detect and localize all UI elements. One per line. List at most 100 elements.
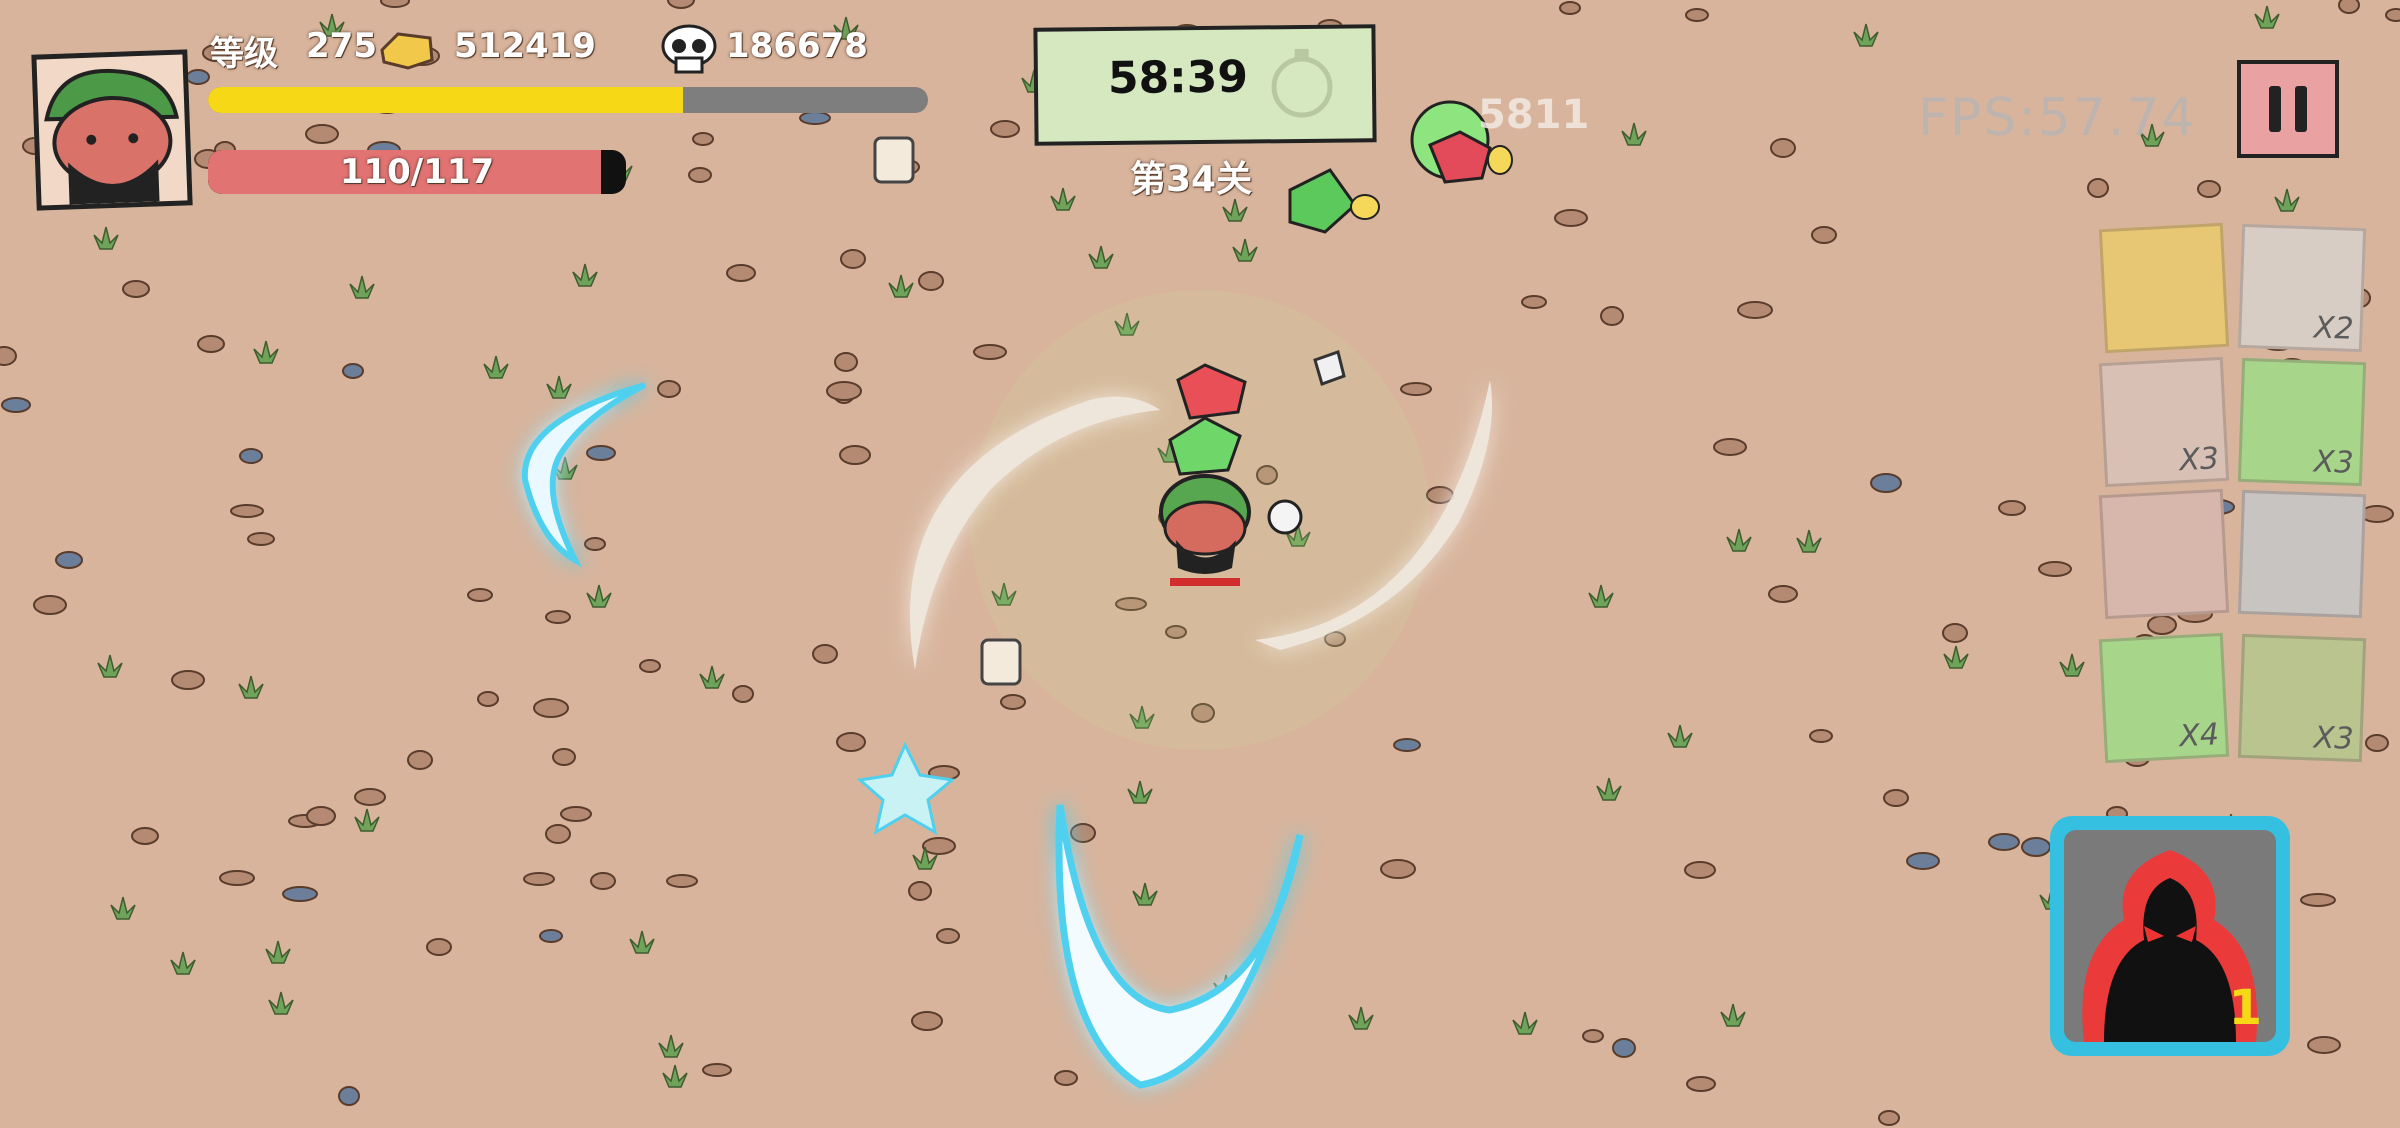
rage-demon-icon: 1 [2064, 830, 2276, 1042]
pebble [1988, 833, 2020, 851]
pebble [688, 167, 712, 183]
pebble [973, 344, 1007, 360]
pebble [1554, 209, 1588, 227]
stopwatch-icon [1271, 48, 1333, 118]
timer-text: 58:39 [1107, 51, 1249, 105]
ultimate-skill-button[interactable]: 1 [2050, 816, 2290, 1056]
grass-tuft [1796, 529, 1822, 553]
pebble [354, 788, 386, 806]
pebble [1768, 585, 1798, 603]
pebble [732, 685, 754, 703]
pebble [33, 595, 67, 615]
fps-counter: FPS:57.74 [1918, 88, 2197, 148]
pebble [908, 881, 932, 901]
skill-charge-count: 1 [2228, 980, 2262, 1036]
pebble [305, 124, 339, 144]
pebble [122, 280, 150, 298]
experience-fill [208, 87, 684, 113]
pebble [639, 659, 661, 673]
grass-tuft [1132, 882, 1158, 906]
pebble [799, 111, 831, 125]
pebble [1426, 486, 1454, 504]
grass-tuft [354, 808, 380, 832]
kill-count: 186678 [726, 26, 868, 66]
pebble [171, 670, 205, 690]
pebble [2300, 893, 2336, 907]
pebble [590, 872, 616, 890]
tea-cup-icon: X2 [2237, 223, 2367, 353]
grass-tuft [1726, 528, 1752, 552]
pebble [2147, 615, 2177, 635]
pebble [1054, 1070, 1078, 1086]
pebble [1737, 301, 1773, 319]
pebble [523, 872, 555, 886]
pebble [1686, 1076, 1716, 1092]
pebble [247, 532, 275, 546]
pebble [2087, 178, 2109, 198]
grass-tuft [1348, 1006, 1374, 1030]
pebble [1582, 1029, 1604, 1043]
gold-icon [378, 28, 436, 76]
pebble [1559, 1, 1581, 15]
grass-tuft [1667, 724, 1693, 748]
pebble [834, 352, 858, 372]
roast-duck-icon: X3 [2237, 633, 2367, 763]
pebble [1684, 861, 1716, 879]
pebble [1400, 382, 1432, 396]
pebble [936, 928, 960, 944]
grass-tuft [1588, 584, 1614, 608]
pebble [230, 504, 264, 518]
pebble [1600, 306, 1624, 326]
pebble [2360, 505, 2394, 523]
pebble [836, 732, 866, 752]
grass-tuft [1720, 1003, 1746, 1027]
grass-tuft [662, 1064, 688, 1088]
pebble [1713, 438, 1747, 456]
grass-tuft [546, 375, 572, 399]
pebble [2038, 561, 2072, 577]
blue-crescent-slash-left [521, 382, 647, 568]
grass-tuft [888, 274, 914, 298]
item-stack-label: X3 [2313, 444, 2355, 481]
pebble [702, 1063, 732, 1077]
pebble [533, 698, 569, 718]
item-stack-label: X3 [2313, 720, 2355, 757]
pebble [1870, 473, 1902, 493]
skull-icon [660, 24, 718, 80]
grass-tuft [2274, 188, 2300, 212]
pebble [922, 837, 956, 855]
swirl-candy-icon: X3 [2237, 357, 2367, 487]
star-pickup [856, 741, 956, 836]
pebble [426, 938, 452, 956]
lobster-icon [2098, 488, 2230, 620]
grass-tuft [658, 1034, 684, 1058]
pebble [545, 610, 571, 624]
pebble [692, 132, 714, 146]
pebble [2338, 0, 2360, 14]
pebble [560, 806, 592, 822]
pebble [407, 750, 433, 770]
item-stack-label: X3 [2178, 441, 2220, 479]
grass-tuft [110, 896, 136, 920]
pebble [840, 249, 866, 269]
pebble [839, 445, 871, 465]
grass-tuft [170, 951, 196, 975]
pebble [338, 1086, 360, 1106]
meat-skewer-icon [2237, 489, 2367, 619]
pebble [1811, 226, 1837, 244]
pebble [1685, 8, 1709, 22]
grass-tuft [253, 340, 279, 364]
grass-tuft [349, 275, 375, 299]
pebble [477, 691, 499, 707]
pebble [1070, 823, 1096, 843]
pebble [1380, 859, 1416, 879]
pebble [2197, 180, 2221, 198]
pebble [1393, 738, 1421, 752]
item-stack-label: X4 [2178, 717, 2220, 755]
pebble [1521, 295, 1547, 309]
pebble [282, 886, 318, 902]
pebble [186, 69, 210, 85]
pause-button[interactable] [2237, 60, 2339, 158]
grass-tuft [699, 665, 725, 689]
pebble [467, 588, 493, 602]
